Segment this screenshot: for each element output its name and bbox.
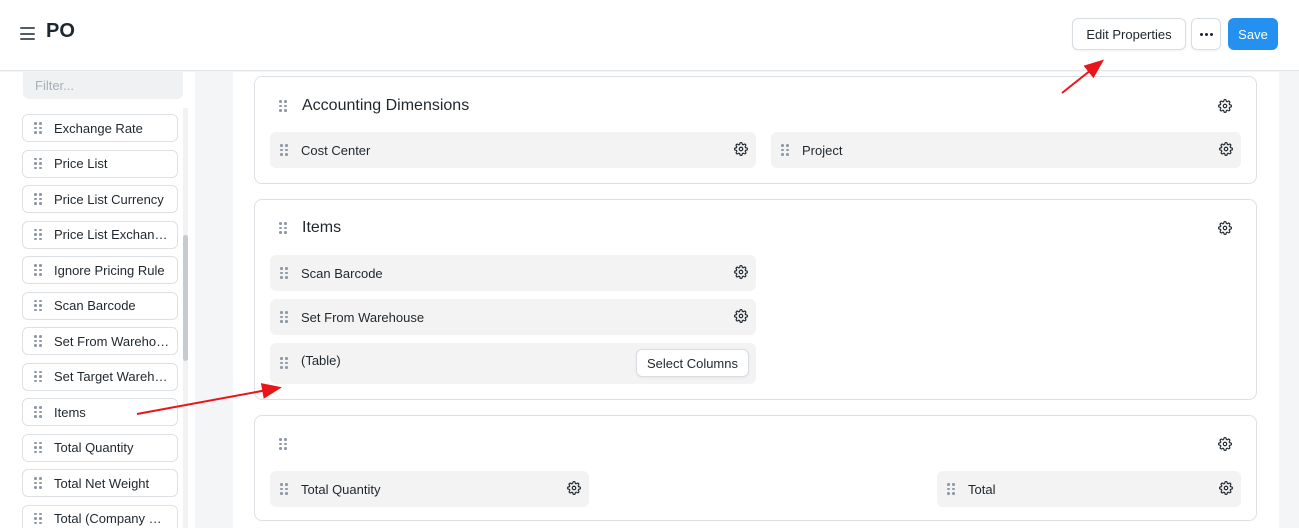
- drag-handle-icon[interactable]: [34, 228, 42, 241]
- sidebar-field-label: Items: [54, 404, 86, 420]
- field-label: Total Quantity: [301, 482, 381, 497]
- sidebar-scrollbar-thumb[interactable]: [183, 235, 188, 361]
- sidebar-field[interactable]: Set Target Warehouse: [22, 362, 178, 391]
- sidebar-field[interactable]: Price List: [22, 149, 178, 178]
- sidebar-field-label: Total (Company Currency): [54, 511, 170, 526]
- gear-icon[interactable]: [734, 142, 748, 156]
- section-items[interactable]: Items Scan Barcode Set From Warehouse (T…: [254, 199, 1257, 400]
- drag-handle-icon[interactable]: [34, 512, 42, 525]
- drag-handle-icon[interactable]: [34, 157, 42, 170]
- form-field[interactable]: Scan Barcode: [270, 255, 756, 291]
- drag-handle-icon[interactable]: [279, 222, 287, 234]
- sidebar-field[interactable]: Total Quantity: [22, 433, 178, 462]
- gear-icon[interactable]: [734, 309, 748, 323]
- field-label: Scan Barcode: [301, 266, 383, 281]
- section-title[interactable]: Items: [302, 219, 341, 237]
- more-options-button[interactable]: [1191, 18, 1221, 50]
- fields-sidebar: Exchange Rate Price List Price List Curr…: [0, 72, 195, 528]
- section-title[interactable]: Accounting Dimensions: [302, 97, 469, 115]
- field-label: Cost Center: [301, 143, 371, 158]
- sidebar-field-label: Set From Warehouse: [54, 333, 170, 349]
- sidebar-field-label: Exchange Rate: [54, 120, 143, 136]
- drag-handle-icon[interactable]: [34, 335, 42, 347]
- sidebar-field[interactable]: Scan Barcode: [22, 291, 178, 320]
- drag-handle-icon[interactable]: [781, 144, 789, 156]
- gear-icon[interactable]: [1219, 481, 1233, 495]
- section-totals[interactable]: Total Quantity Total: [254, 415, 1257, 521]
- drag-handle-icon[interactable]: [280, 144, 288, 156]
- form-field[interactable]: Set From Warehouse: [270, 299, 756, 335]
- gear-icon[interactable]: [1218, 221, 1232, 235]
- gear-icon[interactable]: [1218, 437, 1232, 451]
- sidebar-field[interactable]: Price List Currency: [22, 185, 178, 213]
- ellipsis-icon: [1199, 32, 1213, 36]
- sidebar-field[interactable]: Total (Company Currency): [22, 504, 178, 528]
- form-field[interactable]: Total Quantity: [270, 471, 589, 507]
- sidebar-field-label: Price List Currency: [54, 191, 164, 207]
- drag-handle-icon[interactable]: [34, 477, 42, 489]
- filter-input[interactable]: [23, 72, 183, 99]
- drag-handle-icon[interactable]: [280, 483, 288, 495]
- sidebar-field[interactable]: Set From Warehouse: [22, 327, 178, 355]
- drag-handle-icon[interactable]: [34, 441, 42, 454]
- edit-properties-button[interactable]: Edit Properties: [1072, 18, 1186, 50]
- drag-handle-icon[interactable]: [34, 406, 42, 418]
- gear-icon[interactable]: [567, 481, 581, 495]
- drag-handle-icon[interactable]: [279, 438, 287, 450]
- sidebar-field[interactable]: Exchange Rate: [22, 114, 178, 142]
- gear-icon[interactable]: [734, 265, 748, 279]
- drag-handle-icon[interactable]: [947, 483, 955, 495]
- sidebar-field-label: Price List Exchange Rate: [54, 227, 170, 242]
- gear-icon[interactable]: [1218, 99, 1232, 113]
- sidebar-field[interactable]: Ignore Pricing Rule: [22, 256, 178, 284]
- field-label: Project: [802, 143, 843, 158]
- sidebar-field-label: Total Quantity: [54, 440, 134, 455]
- sidebar-field-label: Scan Barcode: [54, 298, 136, 313]
- drag-handle-icon[interactable]: [34, 299, 42, 312]
- sidebar-field-label: Ignore Pricing Rule: [54, 262, 165, 278]
- form-field[interactable]: Total: [937, 471, 1241, 507]
- page-title: PO: [46, 20, 75, 42]
- drag-handle-icon[interactable]: [279, 100, 287, 112]
- drag-handle-icon[interactable]: [280, 311, 288, 323]
- field-label: (Table): [301, 353, 341, 368]
- drag-handle-icon[interactable]: [280, 267, 288, 279]
- field-label: Set From Warehouse: [301, 310, 425, 325]
- section-accounting-dimensions[interactable]: Accounting Dimensions Cost Center Projec…: [254, 76, 1257, 184]
- sidebar-field-label: Total Net Weight: [54, 475, 150, 491]
- sidebar-field[interactable]: Price List Exchange Rate: [22, 220, 178, 249]
- save-button[interactable]: Save: [1228, 18, 1278, 50]
- drag-handle-icon[interactable]: [280, 357, 288, 369]
- drag-handle-icon[interactable]: [34, 370, 42, 383]
- menu-icon[interactable]: [20, 27, 36, 40]
- sidebar-field-label: Set Target Warehouse: [54, 369, 170, 384]
- form-field[interactable]: Project: [771, 132, 1241, 168]
- select-columns-button[interactable]: Select Columns: [635, 349, 749, 377]
- drag-handle-icon[interactable]: [34, 122, 42, 134]
- drag-handle-icon[interactable]: [34, 264, 42, 276]
- gear-icon[interactable]: [1219, 142, 1233, 156]
- form-field[interactable]: Cost Center: [270, 132, 756, 168]
- field-label: Total: [968, 482, 996, 497]
- drag-handle-icon[interactable]: [34, 193, 42, 205]
- sidebar-field[interactable]: Items: [22, 398, 178, 426]
- table-field[interactable]: (Table) Select Columns: [270, 343, 756, 384]
- sidebar-field-label: Price List: [54, 156, 108, 171]
- page-header: PO Edit Properties Save: [0, 0, 1299, 71]
- sidebar-field[interactable]: Total Net Weight: [22, 469, 178, 497]
